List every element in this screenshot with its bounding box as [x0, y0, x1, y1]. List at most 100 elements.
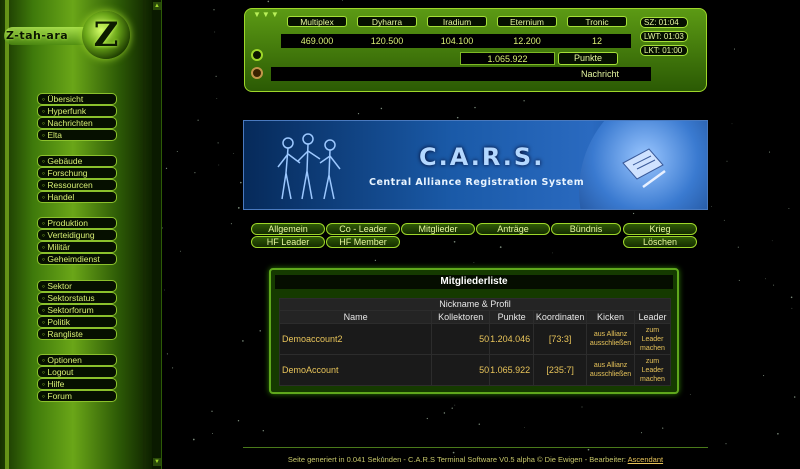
- sidebar-item-rangliste[interactable]: Rangliste: [37, 328, 117, 340]
- scroll-up-icon[interactable]: ▲: [153, 2, 161, 10]
- sidebar-item-nachrichten[interactable]: Nachrichten: [37, 117, 117, 129]
- star: [791, 307, 793, 309]
- panel-title: Mitgliederliste: [275, 275, 673, 289]
- sidebar-item-uebersicht[interactable]: Übersicht: [37, 93, 117, 105]
- sidebar-item-optionen[interactable]: Optionen: [37, 354, 117, 366]
- sidebar-item-verteidigung[interactable]: Verteidigung: [37, 229, 117, 241]
- table-row: Demoaccount2 50 1.204.046 [73:3] aus All…: [278, 323, 671, 355]
- tab-buendnis[interactable]: Bündnis: [551, 223, 621, 235]
- star: [262, 430, 264, 432]
- star: [452, 451, 455, 454]
- sidebar-item-sektor[interactable]: Sektor: [37, 280, 117, 292]
- star: [771, 240, 773, 242]
- star: [426, 417, 428, 420]
- resource-name: Iradium: [427, 16, 487, 27]
- footer: Seite generiert in 0.041 Sekunden - C.A.…: [243, 455, 708, 464]
- tab-mitglieder[interactable]: Mitglieder: [401, 223, 475, 235]
- star: [192, 438, 195, 441]
- member-name-link[interactable]: Demoaccount2: [278, 323, 433, 355]
- sidebar-item-militaer[interactable]: Militär: [37, 241, 117, 253]
- make-leader-link[interactable]: zum Leader machen: [634, 354, 671, 386]
- col-header-leader: Leader: [634, 310, 671, 324]
- sidebar-item-hilfe[interactable]: Hilfe: [37, 378, 117, 390]
- tab-allgemein[interactable]: Allgemein: [251, 223, 325, 235]
- sidebar-item-logout[interactable]: Logout: [37, 366, 117, 378]
- sidebar-item-ressourcen[interactable]: Ressourcen: [37, 179, 117, 191]
- menu-group-3: Produktion Verteidigung Militär Geheimdi…: [37, 217, 117, 265]
- star: [581, 406, 583, 408]
- tab-co-leader[interactable]: Co - Leader: [326, 223, 400, 235]
- member-kollektoren: 50: [431, 323, 491, 355]
- star: [242, 340, 244, 342]
- scrollbar[interactable]: ▲ ▼: [152, 0, 162, 469]
- star: [172, 367, 174, 369]
- star: [216, 98, 218, 99]
- scroll-down-icon[interactable]: ▼: [153, 458, 161, 466]
- cars-banner: C.A.R.S. Central Alliance Registration S…: [243, 120, 708, 210]
- resource-name: Eternium: [497, 16, 557, 27]
- sidebar-item-forschung[interactable]: Forschung: [37, 167, 117, 179]
- footer-author-link[interactable]: Ascendant: [628, 455, 663, 464]
- star: [765, 278, 766, 280]
- star: [374, 259, 377, 262]
- status-light-icon: [251, 49, 263, 61]
- table-group-header: Nickname & Profil: [279, 298, 671, 311]
- star: [689, 394, 691, 395]
- star: [454, 404, 456, 406]
- sidebar-item-forum[interactable]: Forum: [37, 390, 117, 402]
- tick-timer: SZ: 01:04: [640, 17, 688, 28]
- star: [731, 123, 733, 125]
- col-header-koordinaten: Koordinaten: [533, 310, 588, 324]
- star: [793, 396, 796, 398]
- member-name-link[interactable]: DemoAccount: [278, 354, 433, 386]
- tab-antraege[interactable]: Anträge: [476, 223, 550, 235]
- member-koordinaten[interactable]: [73:3]: [533, 323, 588, 355]
- star: [474, 106, 476, 109]
- sidebar-item-produktion[interactable]: Produktion: [37, 217, 117, 229]
- resource-name: Tronic: [567, 16, 627, 27]
- kick-member-link[interactable]: aus Allianz ausschließen: [586, 354, 636, 386]
- menu-group-1: Übersicht Hyperfunk Nachrichten Elta: [37, 93, 117, 141]
- star: [662, 427, 664, 429]
- star: [230, 223, 232, 225]
- status-light-icon: [251, 67, 263, 79]
- sidebar-item-sektorforum[interactable]: Sektorforum: [37, 304, 117, 316]
- sidebar-item-geheimdienst[interactable]: Geheimdienst: [37, 253, 117, 265]
- hud-decoration: ▼▼▼: [253, 10, 280, 19]
- resource-value: 12: [567, 34, 627, 48]
- tab-hf-leader[interactable]: HF Leader: [251, 236, 325, 248]
- message-link[interactable]: Nachricht: [550, 68, 650, 80]
- star: [166, 353, 168, 355]
- star: [197, 119, 199, 121]
- sidebar-item-handel[interactable]: Handel: [37, 191, 117, 203]
- star: [217, 142, 219, 144]
- resource-name: Dyharra: [357, 16, 417, 27]
- tab-krieg[interactable]: Krieg: [623, 223, 697, 235]
- sidebar-item-sektorstatus[interactable]: Sektorstatus: [37, 292, 117, 304]
- sidebar-item-elta[interactable]: Elta: [37, 129, 117, 141]
- sidebar-item-gebaeude[interactable]: Gebäude: [37, 155, 117, 167]
- logo: Z-tah-ara Z: [4, 5, 130, 67]
- star: [768, 151, 771, 153]
- sidebar-item-hyperfunk[interactable]: Hyperfunk: [37, 105, 117, 117]
- tick-timer: LKT: 01:00: [640, 45, 688, 56]
- star: [499, 246, 502, 248]
- col-header-punkte: Punkte: [489, 310, 535, 324]
- table-row: DemoAccount 50 1.065.922 [235:7] aus All…: [278, 354, 671, 386]
- star: [357, 112, 360, 115]
- resource-value: 120.500: [357, 34, 417, 48]
- make-leader-link[interactable]: zum Leader machen: [634, 323, 671, 355]
- banner-subtitle: Central Alliance Registration System: [369, 177, 585, 188]
- star: [213, 9, 215, 11]
- star: [478, 423, 481, 425]
- menu-group-2: Gebäude Forschung Ressourcen Handel: [37, 155, 117, 203]
- tab-hf-member[interactable]: HF Member: [326, 236, 400, 248]
- tab-loeschen[interactable]: Löschen: [623, 236, 697, 248]
- kick-member-link[interactable]: aus Allianz ausschließen: [586, 323, 636, 355]
- menu-group-5: Optionen Logout Hilfe Forum: [37, 354, 117, 402]
- sidebar-item-politik[interactable]: Politik: [37, 316, 117, 328]
- star: [179, 250, 181, 252]
- star: [176, 150, 178, 153]
- member-koordinaten[interactable]: [235:7]: [533, 354, 588, 386]
- clipboard-pen-icon: [622, 148, 666, 189]
